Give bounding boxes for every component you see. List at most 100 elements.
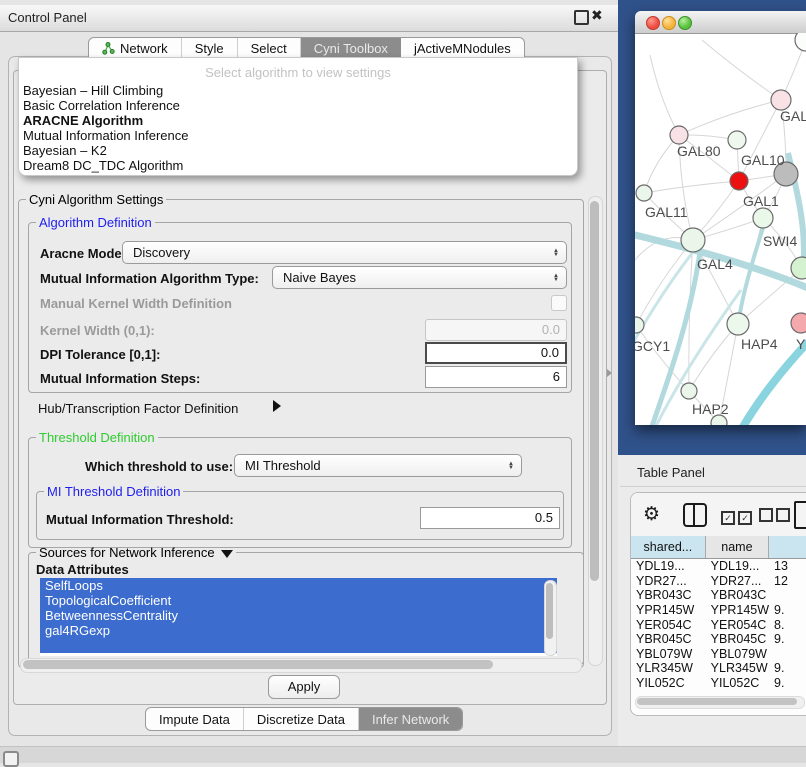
table-cell: YPR145W: [706, 603, 769, 617]
hub-definition-toggle[interactable]: Hub/Transcription Factor Definition: [38, 401, 238, 416]
attribute-item-selected[interactable]: TopologicalCoefficient: [40, 593, 557, 608]
table-row[interactable]: YBL079WYBL079W: [631, 647, 806, 662]
attribute-item-selected[interactable]: [40, 638, 557, 653]
mi-algorithm-type-select[interactable]: Naive Bayes ▲▼: [272, 266, 567, 289]
which-threshold-label: Which threshold to use:: [85, 459, 233, 474]
sources-title[interactable]: Sources for Network Inference: [36, 545, 236, 560]
algorithm-option[interactable]: Mutual Information Inference: [19, 128, 577, 143]
network-node[interactable]: [681, 228, 705, 252]
table-row[interactable]: YDR27...YDR27...12: [631, 574, 806, 589]
table-cell: YLR345W: [631, 661, 706, 675]
network-node-label: SWI4: [763, 233, 797, 249]
network-node-label: GAL10: [741, 152, 785, 168]
network-node-label: GAL1: [743, 193, 779, 209]
network-node[interactable]: [727, 313, 749, 335]
deselect-all-checkboxes-icon[interactable]: [759, 508, 793, 527]
algorithm-option[interactable]: Basic Correlation Inference: [19, 98, 577, 113]
tab-cyni-toolbox[interactable]: Cyni Toolbox: [301, 38, 401, 59]
table-row[interactable]: YLR345WYLR345W9.: [631, 661, 806, 676]
column-layout-icon[interactable]: [683, 503, 707, 527]
network-node[interactable]: [753, 208, 773, 228]
select-all-checkboxes-icon[interactable]: ✓✓: [721, 508, 755, 526]
table-cell: YIL052C: [706, 676, 769, 690]
table-cell: YBL079W: [631, 647, 706, 661]
network-edge[interactable]: [650, 55, 679, 135]
network-edge[interactable]: [644, 181, 739, 193]
table-row[interactable]: YBR043CYBR043C: [631, 588, 806, 603]
attribute-list-scrollbar[interactable]: [544, 580, 557, 656]
network-node-label: GCY1: [635, 338, 670, 354]
table-row[interactable]: YPR145WYPR145W9.: [631, 603, 806, 618]
float-window-icon[interactable]: [574, 10, 589, 25]
network-node[interactable]: [728, 131, 746, 149]
network-edge[interactable]: [702, 40, 781, 100]
table-cell: YBR045C: [706, 632, 769, 646]
expand-arrow-icon[interactable]: [273, 400, 281, 412]
network-window-titlebar[interactable]: [635, 11, 806, 34]
algorithm-option-selected[interactable]: ARACNE Algorithm: [19, 113, 577, 128]
network-node[interactable]: [730, 172, 748, 190]
tab-network[interactable]: Network: [89, 38, 182, 59]
table-column-header[interactable]: shared...: [631, 536, 706, 558]
tab-select[interactable]: Select: [238, 38, 301, 59]
dpi-tolerance-field[interactable]: 0.0: [425, 342, 567, 364]
close-traffic-light-icon[interactable]: [646, 16, 660, 30]
table-row[interactable]: YER054CYER054C8.: [631, 617, 806, 632]
network-edge[interactable]: [644, 135, 679, 193]
network-edge-highlighted[interactable]: [740, 342, 806, 425]
network-node[interactable]: [670, 126, 688, 144]
network-edge[interactable]: [636, 240, 693, 325]
network-node[interactable]: [791, 313, 806, 333]
settings-gear-icon[interactable]: ⚙: [643, 503, 660, 526]
network-node[interactable]: [636, 185, 652, 201]
kernel-width-label: Kernel Width (0,1):: [40, 323, 155, 338]
manual-kernel-width-label: Manual Kernel Width Definition: [40, 296, 232, 311]
network-view-window[interactable]: GALGAL80GAL10GAL11GAL1SWI4GAL4GCY1HAP4YH…: [635, 11, 806, 425]
manual-kernel-width-checkbox[interactable]: [551, 295, 567, 311]
stepper-arrows-icon: ▲▼: [553, 274, 559, 282]
apply-button[interactable]: Apply: [268, 675, 340, 699]
settings-vertical-scrollbar[interactable]: [588, 196, 603, 666]
algorithm-definition-title: Algorithm Definition: [36, 215, 155, 230]
tab-jactivemnodules[interactable]: jActiveMNodules: [401, 38, 524, 59]
attribute-item-selected[interactable]: BetweennessCentrality: [40, 608, 557, 623]
attribute-item-selected[interactable]: SelfLoops: [40, 578, 557, 593]
settings-horizontal-scrollbar[interactable]: [20, 658, 582, 673]
table-cell: YDL19...: [631, 559, 706, 573]
mi-threshold-field[interactable]: 0.5: [420, 507, 560, 529]
minimize-traffic-light-icon[interactable]: [662, 16, 676, 30]
table-horizontal-scrollbar[interactable]: [635, 696, 805, 709]
table-column-header[interactable]: [769, 536, 806, 558]
table-row[interactable]: YIL052CYIL052C9.: [631, 676, 806, 691]
tab-style[interactable]: Style: [182, 38, 238, 59]
zoom-traffic-light-icon[interactable]: [678, 16, 692, 30]
network-node[interactable]: [771, 90, 791, 110]
network-node[interactable]: [635, 317, 644, 333]
algorithm-option[interactable]: Dream8 DC_TDC Algorithm: [19, 158, 577, 173]
close-icon[interactable]: ✖: [591, 7, 603, 24]
document-icon[interactable]: [794, 501, 806, 529]
which-threshold-select[interactable]: MI Threshold ▲▼: [234, 454, 522, 477]
table-row[interactable]: YBR045CYBR045C9.: [631, 632, 806, 647]
tab-discretize-data[interactable]: Discretize Data: [244, 708, 359, 730]
minimized-panel-icon[interactable]: [3, 751, 19, 767]
kernel-width-field[interactable]: 0.0: [425, 319, 567, 341]
algorithm-option[interactable]: Bayesian – K2: [19, 143, 577, 158]
tab-impute-data[interactable]: Impute Data: [146, 708, 244, 730]
collapse-arrow-icon[interactable]: [221, 550, 233, 558]
tab-infer-network[interactable]: Infer Network: [359, 708, 462, 730]
network-node-label: GAL11: [645, 204, 688, 220]
mi-steps-field[interactable]: 6: [425, 366, 567, 388]
dpi-tolerance-label: DPI Tolerance [0,1]:: [40, 347, 160, 362]
table-row[interactable]: YDL19...YDL19...13: [631, 559, 806, 574]
network-graph-canvas[interactable]: GALGAL80GAL10GAL11GAL1SWI4GAL4GCY1HAP4YH…: [635, 33, 806, 425]
table-cell: YBR043C: [706, 588, 769, 602]
network-node[interactable]: [795, 33, 806, 51]
table-column-header[interactable]: name: [706, 536, 769, 558]
attribute-item-selected[interactable]: gal4RGexp: [40, 623, 557, 638]
aracne-mode-select[interactable]: Discovery ▲▼: [122, 241, 567, 264]
panel-splitter-handle-icon[interactable]: [607, 369, 612, 377]
algorithm-option[interactable]: Bayesian – Hill Climbing: [19, 83, 577, 98]
network-node[interactable]: [681, 383, 697, 399]
table-cell: YDR27...: [706, 574, 769, 588]
